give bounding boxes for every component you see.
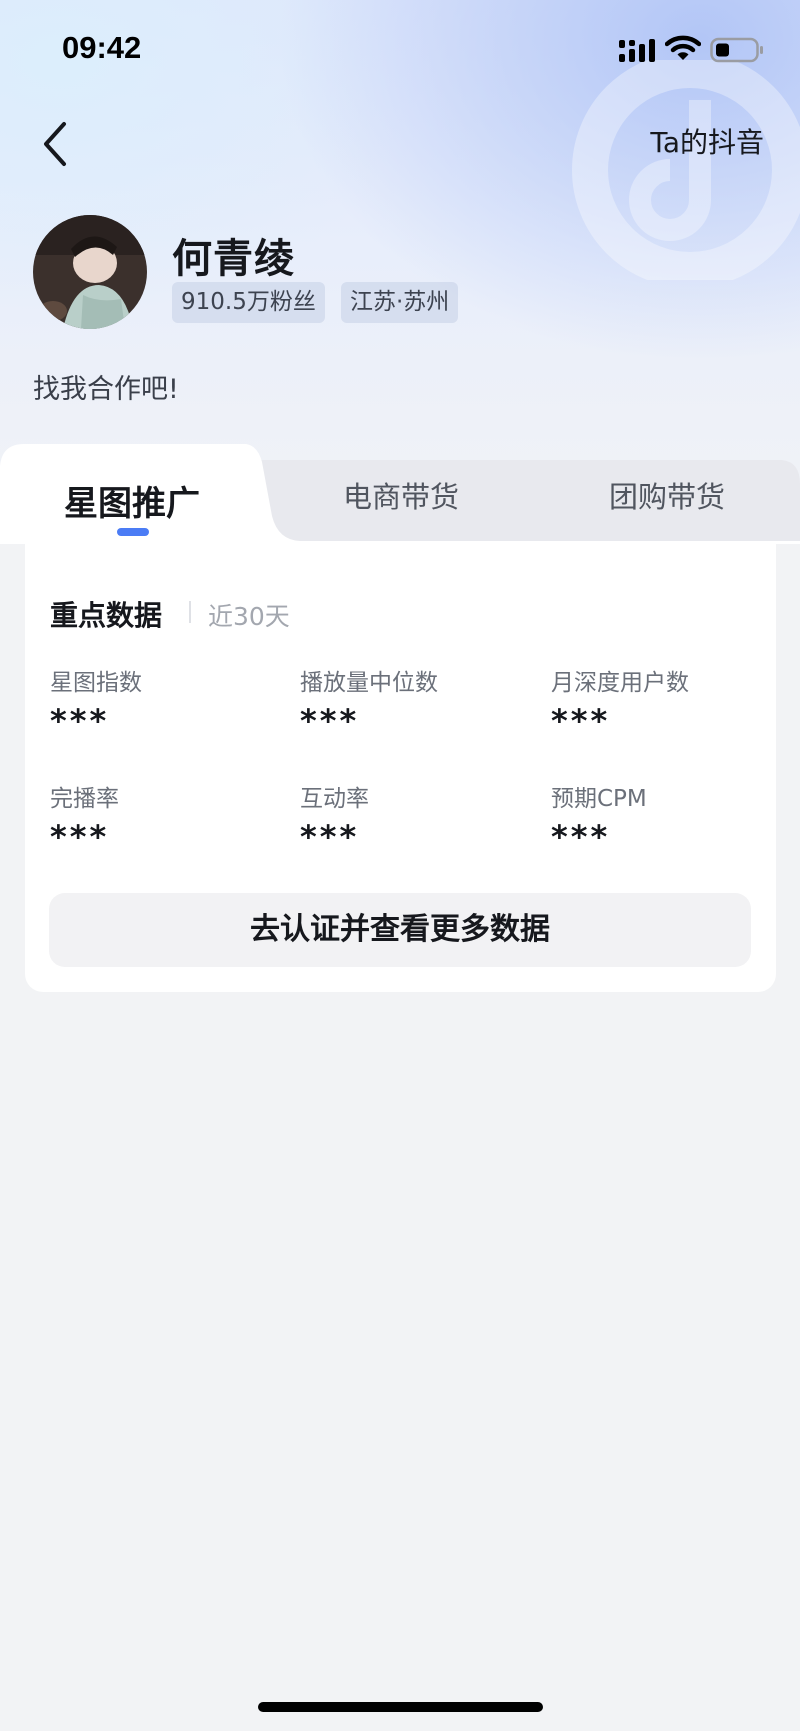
status-time: 09:42 xyxy=(62,30,142,65)
metric-xingtu-index: 星图指数 *** xyxy=(50,663,290,740)
tab-group-buying[interactable]: 团购带货 xyxy=(609,474,725,516)
metric-monthly-deep-users: 月深度用户数 *** xyxy=(551,663,791,740)
tab-xingtu-promotion[interactable]: 星图推广 xyxy=(64,476,200,525)
metric-label: 星图指数 xyxy=(50,670,142,696)
avatar xyxy=(33,215,147,329)
metric-value: *** xyxy=(300,818,360,856)
profile-bio: 找我合作吧! xyxy=(33,374,179,405)
status-bar: 09:42 xyxy=(0,0,800,100)
metric-value: *** xyxy=(551,702,611,740)
followers-count-tag: 910.5万粉丝 xyxy=(172,282,325,323)
metric-interaction-rate: 互动率 *** xyxy=(300,779,540,856)
tab-ecommerce-sales[interactable]: 电商带货 xyxy=(343,474,459,516)
chevron-left-icon xyxy=(44,122,66,166)
back-button[interactable] xyxy=(34,116,78,172)
location-tag: 江苏·苏州 xyxy=(341,282,459,323)
section-period: 近30天 xyxy=(208,602,290,631)
home-indicator[interactable] xyxy=(258,1702,543,1712)
section-divider xyxy=(189,601,191,623)
metric-label: 完播率 xyxy=(50,786,119,812)
verify-view-more-button[interactable]: 去认证并查看更多数据 xyxy=(49,893,751,967)
tiktok-profile-link[interactable]: Ta的抖音 xyxy=(650,121,764,161)
metric-value: *** xyxy=(551,818,611,856)
avatar-image xyxy=(33,215,147,329)
metric-expected-cpm: 预期CPM *** xyxy=(551,779,791,856)
active-tab-indicator xyxy=(117,528,149,536)
metric-label: 互动率 xyxy=(300,786,369,812)
section-title: 重点数据 xyxy=(50,599,163,632)
wifi-icon xyxy=(665,35,701,60)
signal-icon xyxy=(619,39,655,62)
key-data-card: 重点数据 近30天 星图指数 *** 播放量中位数 *** 月深度用户数 ***… xyxy=(25,541,776,992)
battery-icon xyxy=(710,37,763,63)
metric-label: 月深度用户数 xyxy=(551,670,689,696)
metric-label: 播放量中位数 xyxy=(300,670,438,696)
tab-bar: 星图推广 电商带货 团购带货 xyxy=(0,444,800,544)
metric-value: *** xyxy=(300,702,360,740)
profile-name: 何青绫 xyxy=(172,236,295,282)
metric-value: *** xyxy=(50,702,110,740)
metric-label: 预期CPM xyxy=(551,786,647,812)
metric-value: *** xyxy=(50,818,110,856)
metric-completion-rate: 完播率 *** xyxy=(50,779,290,856)
metric-median-views: 播放量中位数 *** xyxy=(300,663,540,740)
